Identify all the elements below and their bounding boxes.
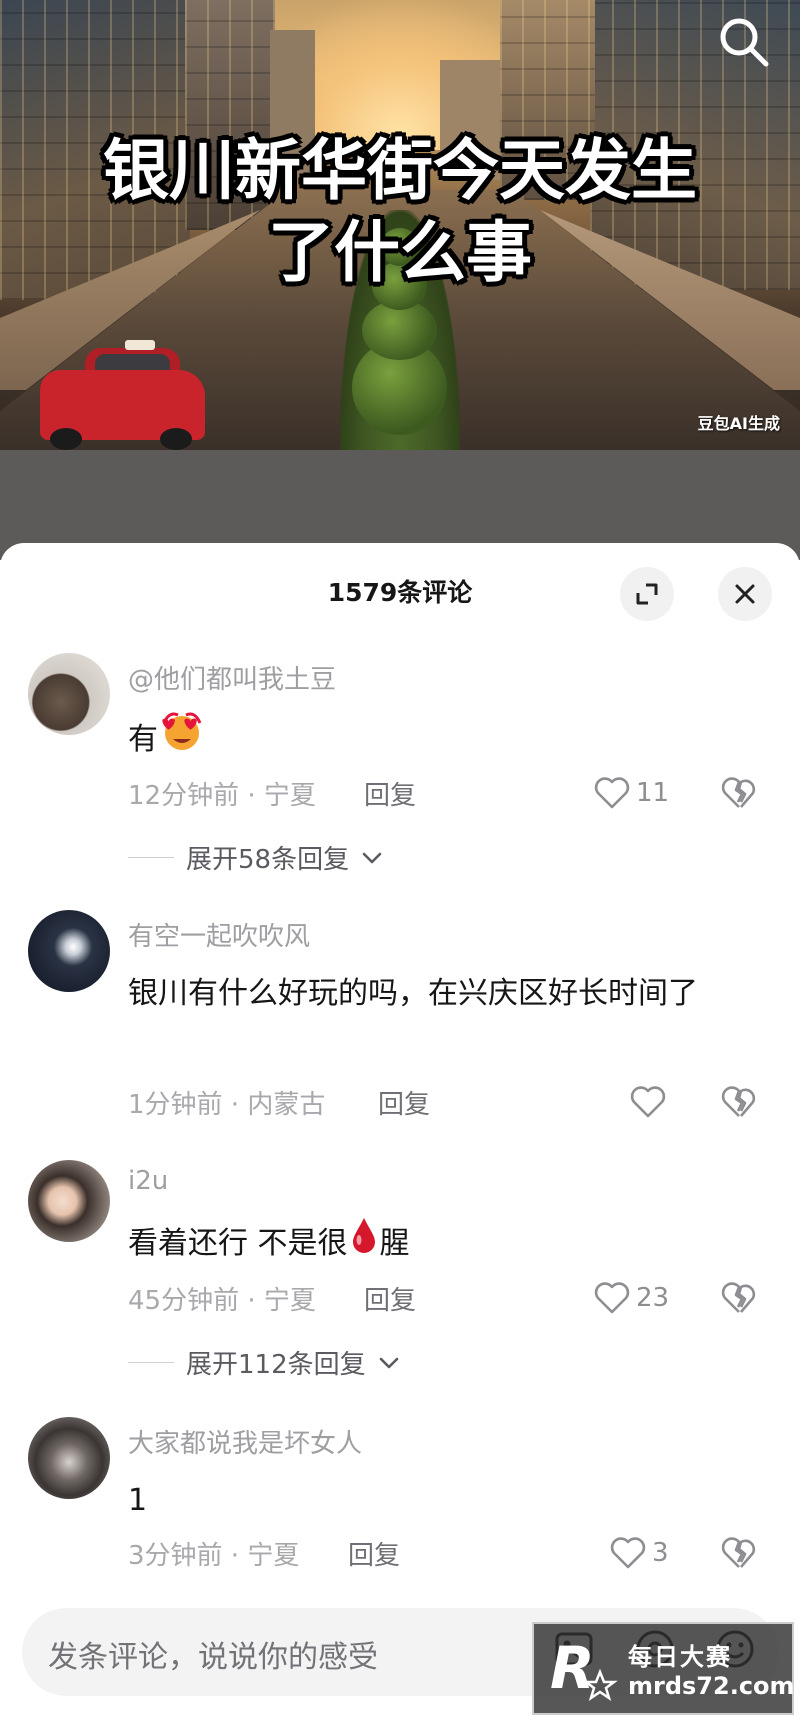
reply-button[interactable]: 回复: [348, 1535, 400, 1572]
comment-time-location: 12分钟前 · 宁夏: [128, 781, 316, 811]
comment-author[interactable]: i2u: [128, 1166, 168, 1196]
reply-button[interactable]: 回复: [364, 775, 416, 812]
heart-outline-icon: [610, 1537, 646, 1569]
search-icon: [720, 18, 769, 67]
divider: [128, 857, 174, 858]
broken-heart-icon: [721, 1282, 756, 1313]
like-count: 23: [636, 1283, 670, 1313]
svg-text:R: R: [550, 1634, 595, 1702]
watermark-logo: R: [546, 1632, 620, 1706]
watermark-line-2: mrds72.com: [628, 1672, 795, 1700]
comments-panel: 1579条评论 @他们都叫我土豆 有 12分钟前 · 宁夏 回复 11 展开58…: [0, 543, 800, 1715]
comment-text-content: 有: [128, 722, 158, 757]
expand-replies-label: 展开112条回复: [186, 1350, 366, 1380]
expand-replies-button[interactable]: 展开58条回复: [128, 839, 383, 876]
dislike-button[interactable]: [720, 1535, 758, 1573]
broken-heart-icon: [721, 1086, 756, 1117]
comment-author[interactable]: @他们都叫我土豆: [128, 659, 336, 696]
expand-replies-button[interactable]: 展开112条回复: [128, 1344, 400, 1381]
expand-replies-label: 展开58条回复: [186, 845, 350, 875]
heart-eyes-emoji-icon: [160, 709, 204, 772]
like-button[interactable]: 23: [594, 1280, 669, 1316]
video-player[interactable]: 银川新华街今天发生 了什么事 豆包AI生成: [0, 0, 800, 450]
video-title-line-1: 银川新华街今天发生: [103, 132, 697, 209]
comment-author[interactable]: 有空一起吹吹风: [128, 916, 310, 953]
reply-button[interactable]: 回复: [378, 1084, 430, 1121]
comments-count-title: 1579条评论: [327, 578, 473, 607]
dislike-button[interactable]: [720, 1280, 758, 1318]
heart-outline-icon: [630, 1086, 666, 1118]
expand-panel-button[interactable]: [620, 567, 674, 621]
like-button[interactable]: [630, 1084, 666, 1120]
comment-time-location: 45分钟前 · 宁夏: [128, 1286, 316, 1316]
blood-drop-emoji-icon: [350, 1216, 378, 1273]
avatar[interactable]: [28, 1160, 110, 1242]
red-taxi: [40, 340, 210, 450]
heart-outline-icon: [594, 777, 630, 809]
comment-time-location: 1分钟前 · 内蒙古: [128, 1090, 326, 1120]
comment-text-after: 腥: [379, 1226, 410, 1261]
video-title-line-2: 了什么事: [268, 214, 532, 291]
chevron-down-icon: [362, 852, 382, 863]
watermark-text: 每日大赛 mrds72.com: [628, 1637, 795, 1700]
comment-input-placeholder: 发条评论，说说你的感受: [48, 1640, 378, 1675]
close-panel-button[interactable]: [718, 567, 772, 621]
ai-generated-tag: 豆包AI生成: [697, 414, 780, 433]
comment-text: 银川有什么好玩的吗，在兴庆区好长时间了: [128, 976, 698, 1011]
dislike-button[interactable]: [720, 775, 758, 813]
like-button[interactable]: 3: [610, 1535, 669, 1571]
divider: [128, 1362, 174, 1363]
broken-heart-icon: [721, 777, 756, 808]
dislike-button[interactable]: [720, 1084, 758, 1122]
chevron-down-icon: [379, 1357, 398, 1368]
like-count: 11: [636, 778, 670, 808]
like-count: 3: [652, 1538, 669, 1568]
broken-heart-icon: [721, 1537, 756, 1568]
comment-author[interactable]: 大家都说我是坏女人: [128, 1423, 362, 1460]
watermark: R 每日大赛 mrds72.com: [532, 1622, 795, 1715]
avatar[interactable]: [28, 653, 110, 735]
like-button[interactable]: 11: [594, 775, 669, 811]
comment-text: 1: [128, 1483, 148, 1518]
close-icon: [735, 584, 755, 604]
comment-text: 有: [128, 709, 758, 772]
avatar[interactable]: [28, 910, 110, 992]
search-button[interactable]: [716, 14, 772, 70]
video-title: 银川新华街今天发生 了什么事: [0, 130, 800, 294]
comment-text: 看着还行 不是很 腥: [128, 1216, 758, 1273]
reply-button[interactable]: 回复: [364, 1280, 416, 1317]
collapse-arrows-icon: [636, 583, 658, 605]
watermark-line-1: 每日大赛: [628, 1643, 732, 1671]
comment-time-location: 3分钟前 · 宁夏: [128, 1541, 300, 1571]
heart-outline-icon: [594, 1282, 630, 1314]
comment-text-before: 看着还行 不是很: [128, 1226, 348, 1261]
avatar[interactable]: [28, 1417, 110, 1499]
screen: 银川新华街今天发生 了什么事 豆包AI生成 1579条评论 @他们都叫我土豆 有…: [0, 0, 800, 1715]
